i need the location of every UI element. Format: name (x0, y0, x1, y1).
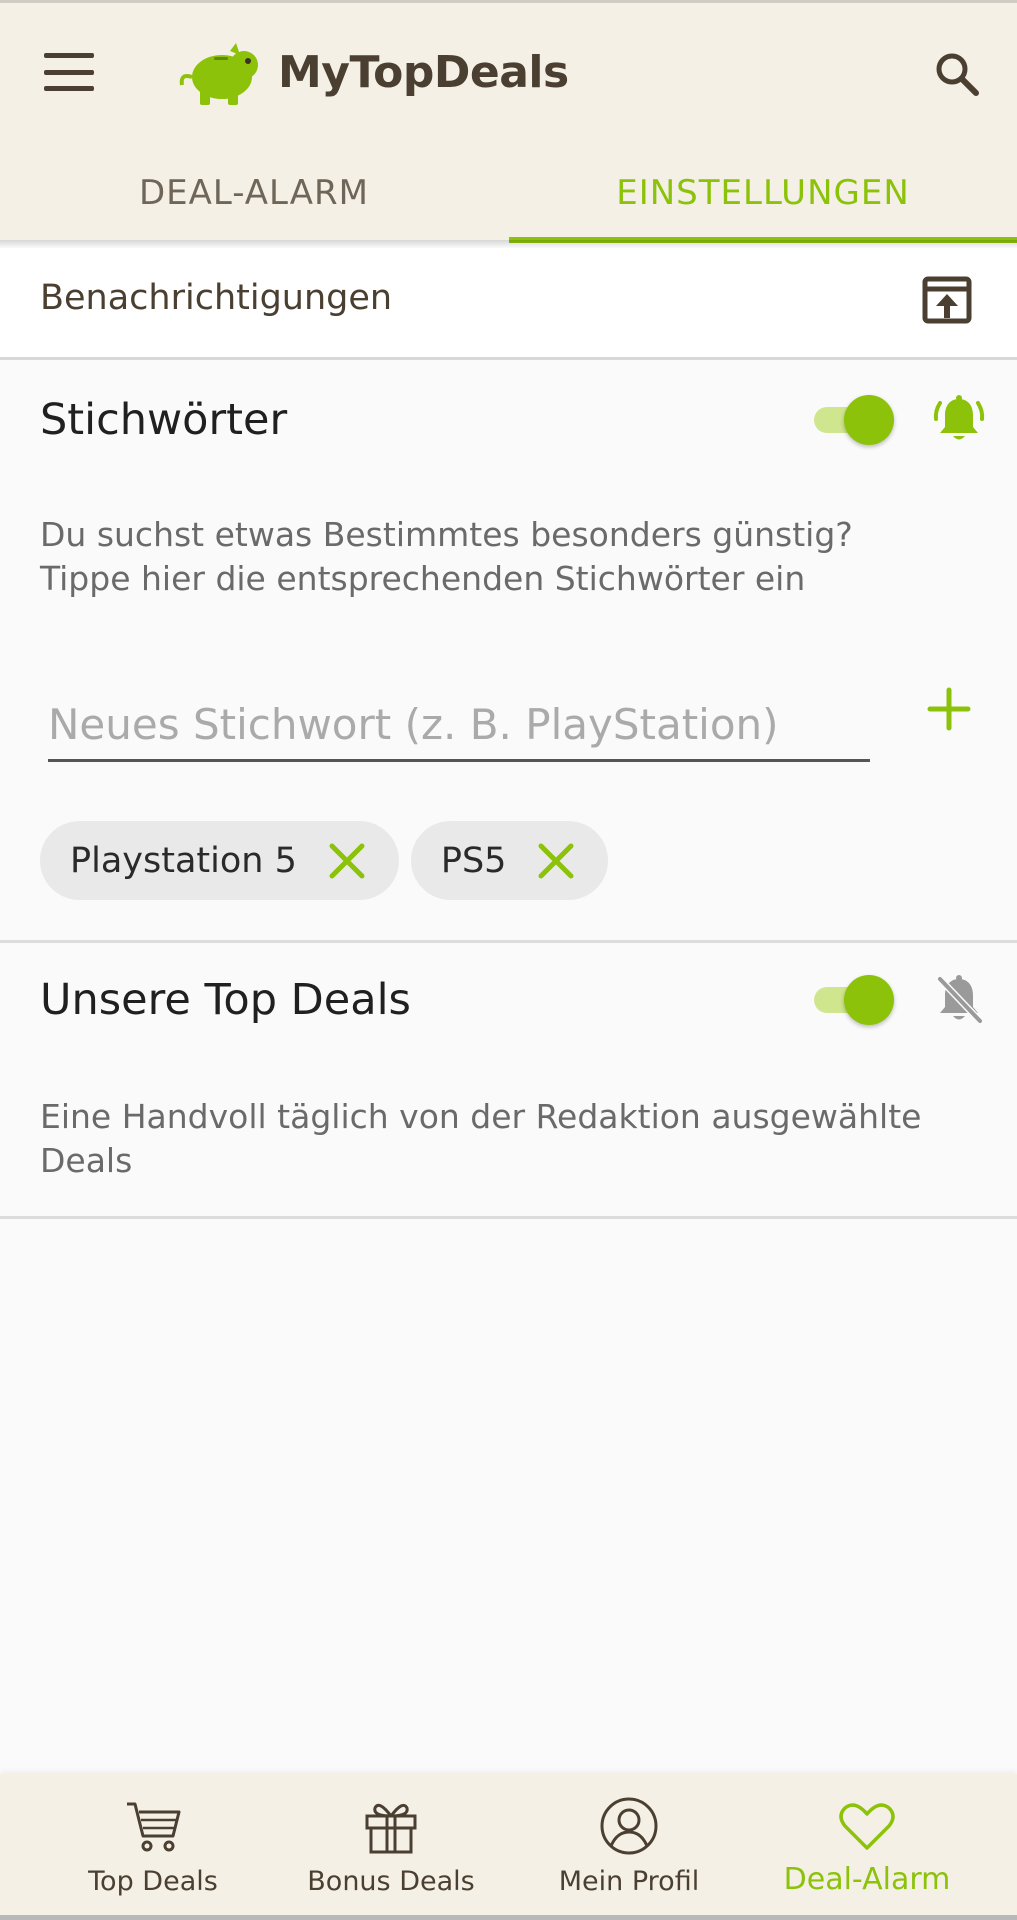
chip-label: PS5 (440, 840, 507, 881)
keyword-chip[interactable]: Playstation 5 (40, 821, 399, 900)
keywords-description-line2: Tippe hier die entsprechenden Stichwörte… (40, 559, 806, 598)
profile-icon (600, 1797, 658, 1855)
notifications-title: Benachrichtigungen (40, 278, 393, 318)
nav-label: Bonus Deals (307, 1866, 475, 1897)
nav-label: Deal-Alarm (783, 1862, 951, 1897)
top-deals-title: Unsere Top Deals (40, 975, 411, 1025)
close-icon[interactable] (536, 841, 576, 881)
top-app-bar: MyTopDeals DEAL-ALARM EINSTELLUNGEN (0, 0, 1017, 243)
nav-label: Mein Profil (558, 1866, 700, 1897)
open-in-new-icon[interactable] (922, 276, 972, 324)
cart-icon (127, 1802, 181, 1852)
keyword-chip[interactable]: PS5 (410, 821, 609, 900)
bell-ringing-icon[interactable] (932, 393, 986, 447)
heart-icon (839, 1803, 895, 1850)
section-divider (0, 1216, 1017, 1219)
tab-shadow (0, 240, 1017, 248)
bell-off-icon[interactable] (932, 973, 986, 1027)
keyword-chips: Playstation 5 PS5 (40, 821, 609, 900)
nav-top-deals[interactable]: Top Deals (34, 1774, 272, 1914)
tab-deal-alarm[interactable]: DEAL-ALARM (0, 153, 508, 243)
app-title: MyTopDeals (278, 47, 569, 98)
top-deals-toggle[interactable] (810, 973, 894, 1025)
top-deals-description: Eine Handvoll täglich von der Redaktion … (40, 1095, 980, 1183)
nav-label: Top Deals (88, 1866, 218, 1897)
top-deals-section: Unsere Top Deals Eine Handvoll täglich v… (0, 943, 1017, 1218)
search-icon[interactable] (932, 49, 982, 99)
keywords-description: Du suchst etwas Bestimmtes besonders gün… (40, 513, 980, 601)
notifications-header: Benachrichtigungen (0, 248, 1017, 360)
tab-einstellungen[interactable]: EINSTELLUNGEN (509, 153, 1017, 243)
keywords-description-line1: Du suchst etwas Bestimmtes besonders gün… (40, 515, 853, 554)
system-nav-bar (0, 1915, 1017, 1920)
nav-bonus-deals[interactable]: Bonus Deals (272, 1774, 510, 1914)
piggy-logo-icon (179, 43, 258, 105)
top-deals-description-line1: Eine Handvoll täglich von der Redaktion … (40, 1097, 922, 1136)
top-deals-description-line2: Deals (40, 1141, 133, 1180)
nav-mein-profil[interactable]: Mein Profil (510, 1774, 748, 1914)
keywords-toggle[interactable] (810, 393, 894, 445)
nav-deal-alarm[interactable]: Deal-Alarm (748, 1774, 986, 1914)
menu-icon[interactable] (44, 53, 94, 91)
keywords-title: Stichwörter (40, 395, 288, 445)
chip-label: Playstation 5 (70, 840, 297, 881)
gift-icon (365, 1803, 417, 1854)
close-icon[interactable] (327, 841, 367, 881)
keyword-input[interactable] (48, 690, 870, 762)
add-icon[interactable] (924, 684, 974, 734)
bottom-navigation: Top Deals Bonus Deals Mein Profil Deal-A… (0, 1774, 1017, 1920)
